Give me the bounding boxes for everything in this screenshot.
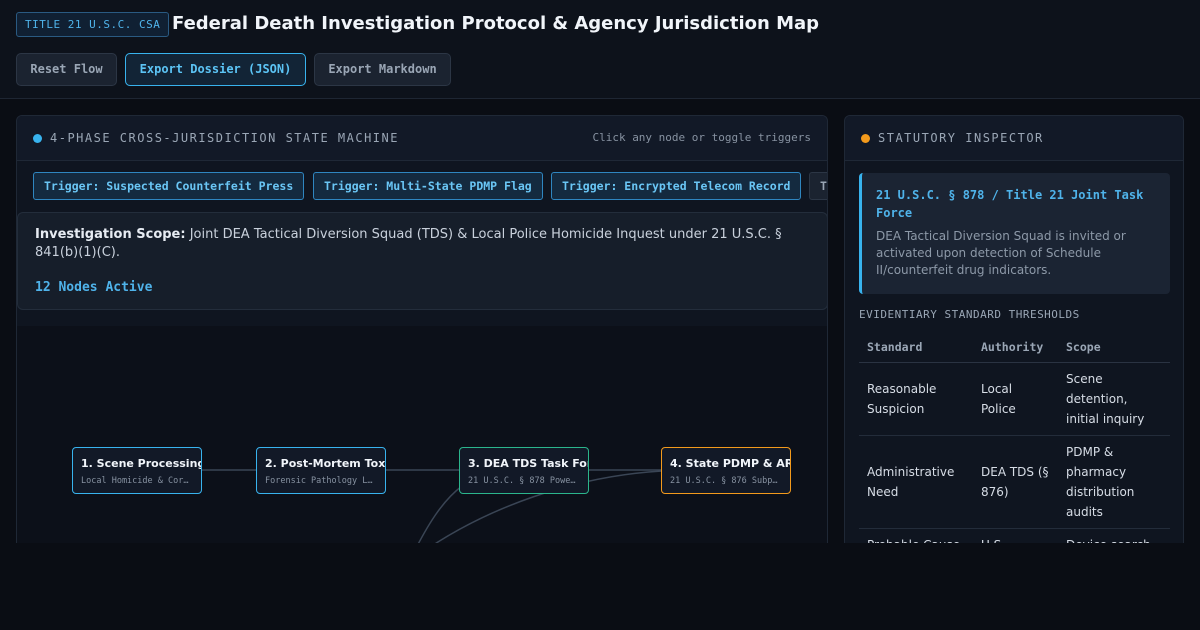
node-title: 1. Scene Processing <box>81 457 202 470</box>
node-subtitle: Forensic Pathology Lab <box>265 476 375 486</box>
thresholds-label: EVIDENTIARY STANDARD THRESHOLDS <box>859 308 1080 321</box>
node-subtitle: 21 U.S.C. § 876 Subpoena <box>670 476 780 486</box>
table-cell: Administrative Need <box>859 435 973 529</box>
statute-card: 21 U.S.C. § 878 / Title 21 Joint Task Fo… <box>859 173 1170 294</box>
investigation-scope-box: Investigation Scope: Joint DEA Tactical … <box>17 212 827 310</box>
state-machine-panel: 4-PHASE CROSS-JURISDICTION STATE MACHINE… <box>16 115 828 555</box>
column-header: Authority <box>973 332 1058 363</box>
statute-card-title: 21 U.S.C. § 878 / Title 21 Joint Task Fo… <box>876 188 1144 220</box>
table-row: Reasonable Suspicion Local Police Scene … <box>859 362 1170 436</box>
trigger-counterfeit-press[interactable]: Trigger: Suspected Counterfeit Press <box>33 172 305 200</box>
table-cell: Local Police <box>973 362 1058 436</box>
status-dot-icon <box>861 134 870 143</box>
inspector-header: STATUTORY INSPECTOR <box>845 116 1183 161</box>
title-badge: TITLE 21 U.S.C. CSA <box>16 12 170 37</box>
flow-edges <box>202 469 663 555</box>
status-dot-icon <box>33 134 42 143</box>
table-cell: Reasonable Suspicion <box>859 362 973 436</box>
node-title: 2. Post-Mortem Toxicology <box>265 457 386 470</box>
export-dossier-button[interactable]: Export Dossier (JSON) <box>125 53 306 86</box>
statutory-inspector-panel: STATUTORY INSPECTOR 21 U.S.C. § 878 / Ti… <box>844 115 1184 555</box>
trigger-encrypted-telecom[interactable]: Trigger: Encrypted Telecom Record <box>551 172 802 200</box>
page-bottom <box>0 543 1200 630</box>
trigger-toggles: Trigger: Suspected Counterfeit Press Tri… <box>33 172 827 202</box>
column-header: Standard <box>859 332 973 363</box>
thresholds-table: Standard Authority Scope Reasonable Susp… <box>859 332 1170 555</box>
scope-text: Investigation Scope: Joint DEA Tactical … <box>35 226 795 262</box>
table-cell: Scene detention, initial inquiry <box>1058 362 1170 436</box>
nodes-active-count: 12 Nodes Active <box>35 280 153 295</box>
export-markdown-button[interactable]: Export Markdown <box>314 53 451 86</box>
table-cell: DEA TDS (§ 876) <box>973 435 1058 529</box>
node-post-mortem-toxicology[interactable]: 2. Post-Mortem Toxicology Forensic Patho… <box>256 447 386 494</box>
table-row: Administrative Need DEA TDS (§ 876) PDMP… <box>859 435 1170 529</box>
state-machine-header: 4-PHASE CROSS-JURISDICTION STATE MACHINE… <box>17 116 827 161</box>
node-state-pdmp-arcos[interactable]: 4. State PDMP & ARCOS Audit 21 U.S.C. § … <box>661 447 791 494</box>
table-cell: PDMP & pharmacy distribution audits <box>1058 435 1170 529</box>
column-header: Scope <box>1058 332 1170 363</box>
node-scene-processing[interactable]: 1. Scene Processing Local Homicide & Cor… <box>72 447 202 494</box>
flow-canvas[interactable]: 1. Scene Processing Local Homicide & Cor… <box>17 326 827 555</box>
node-subtitle: 21 U.S.C. § 878 Powers <box>468 476 578 486</box>
table-header-row: Standard Authority Scope <box>859 332 1170 363</box>
reset-flow-button[interactable]: Reset Flow <box>16 53 117 86</box>
state-machine-hint: Click any node or toggle triggers <box>592 131 811 144</box>
state-machine-title: 4-PHASE CROSS-JURISDICTION STATE MACHINE <box>50 131 399 145</box>
node-dea-tds-task-force[interactable]: 3. DEA TDS Task Force Jointure 21 U.S.C.… <box>459 447 589 494</box>
node-title: 3. DEA TDS Task Force Jointure <box>468 457 588 470</box>
node-subtitle: Local Homicide & Coroner <box>81 476 191 486</box>
scope-label: Investigation Scope: <box>35 227 186 242</box>
top-bar: TITLE 21 U.S.C. CSA Federal Death Invest… <box>0 0 1200 99</box>
statute-card-description: DEA Tactical Diversion Squad is invited … <box>876 229 1126 277</box>
inspector-title: STATUTORY INSPECTOR <box>878 131 1044 145</box>
node-title: 4. State PDMP & ARCOS Audit <box>670 457 790 470</box>
trigger-overflow[interactable]: T <box>809 172 827 200</box>
trigger-multi-state-pdmp[interactable]: Trigger: Multi-State PDMP Flag <box>313 172 543 200</box>
page-title: Federal Death Investigation Protocol & A… <box>172 13 820 34</box>
